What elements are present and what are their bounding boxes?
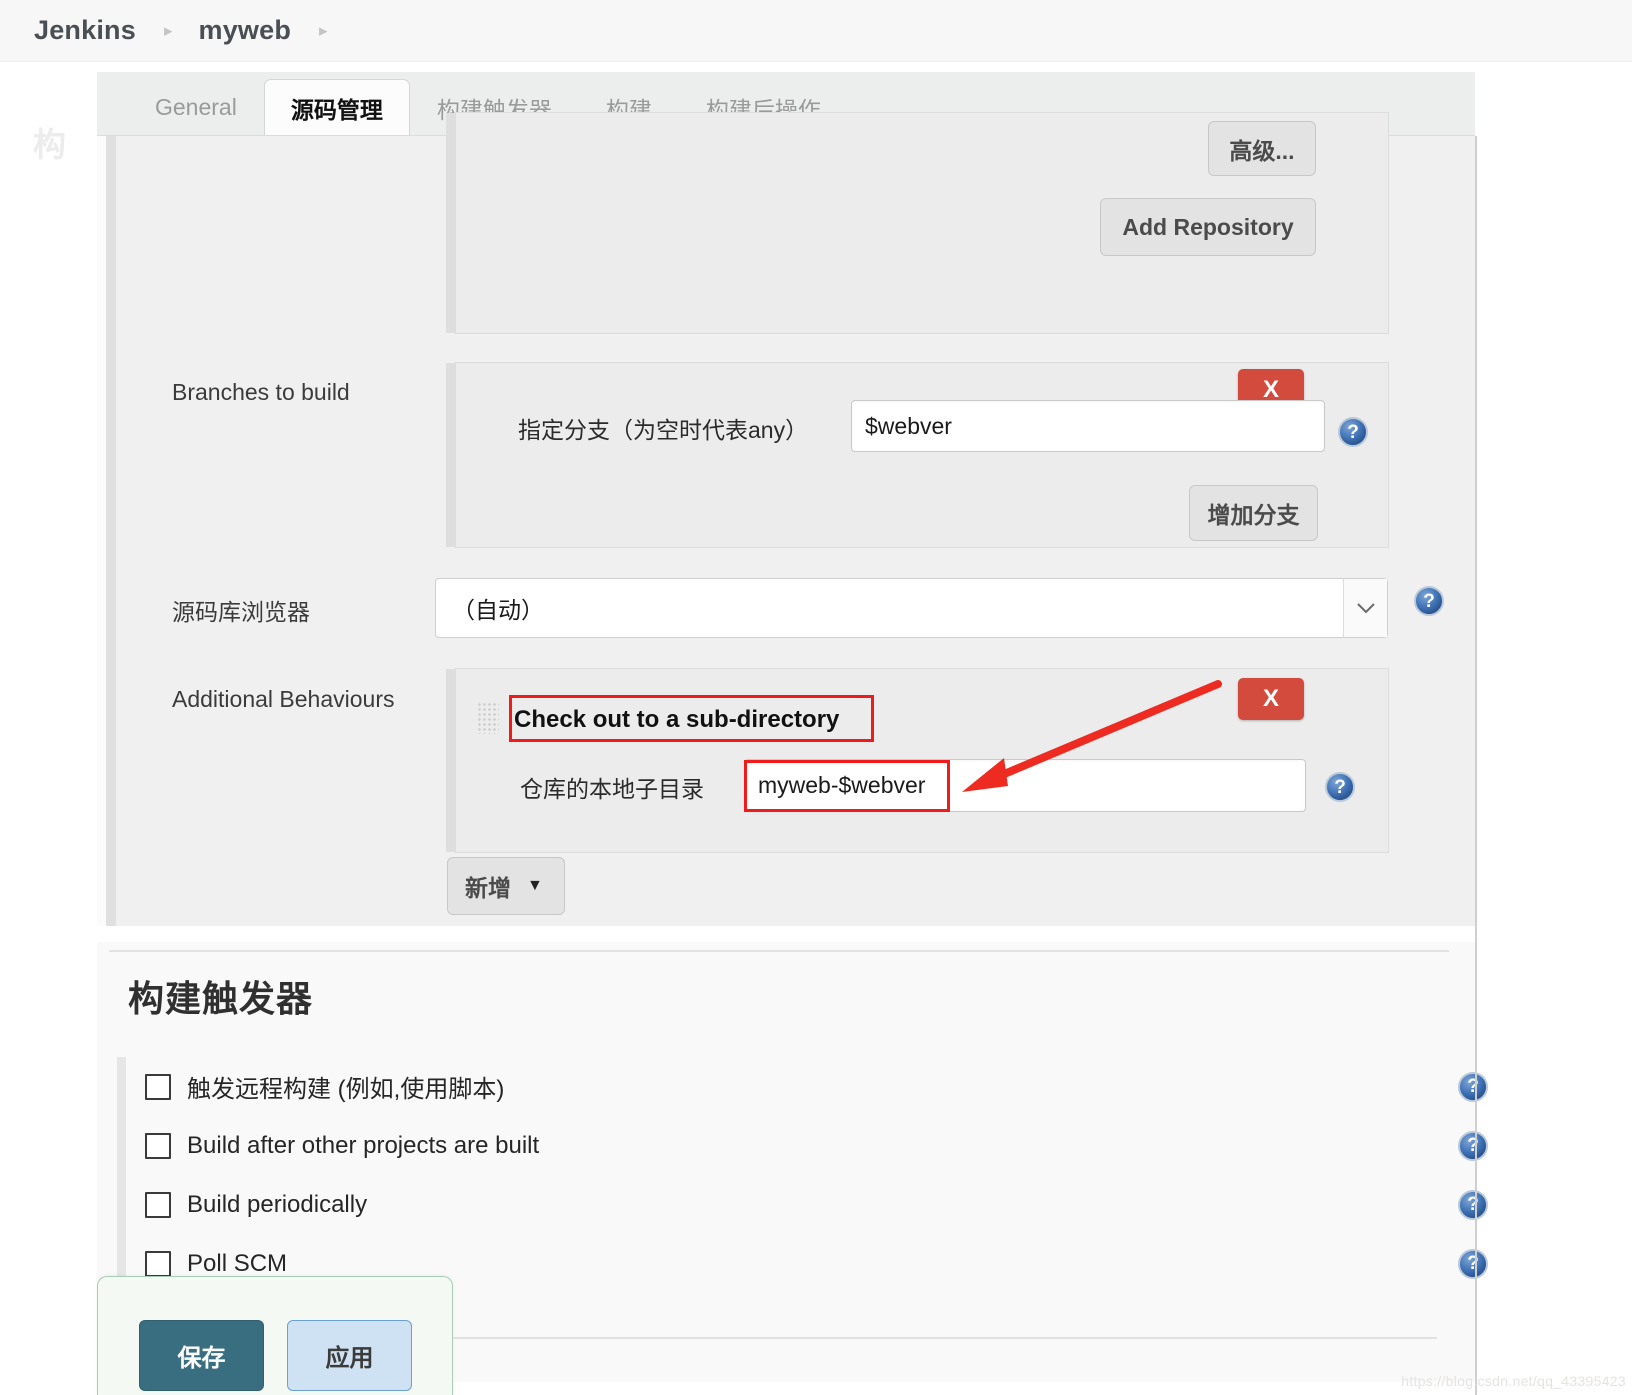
trigger-label-poll-scm: Poll SCM (187, 1249, 288, 1277)
tab-general[interactable]: General (128, 79, 264, 135)
save-button[interactable]: 保存 (139, 1320, 264, 1391)
watermark: https://blog.csdn.net/qq_43395423 (1401, 1373, 1626, 1389)
trigger-label-remote: 触发远程构建 (例如,使用脚本) (187, 1076, 505, 1103)
trigger-row-after-other-projects[interactable]: Build after other projects are built ? (145, 1116, 1488, 1175)
repository-browser-selected-value: （自动） (452, 597, 544, 623)
add-behaviour-label: 新增 (465, 875, 511, 901)
trigger-row-remote[interactable]: 触发远程构建 (例如,使用脚本) ? (145, 1057, 1488, 1116)
checkbox-trigger-remote[interactable] (145, 1073, 171, 1100)
build-triggers-heading: 构建触发器 (128, 978, 314, 1019)
breadcrumb-item-jenkins[interactable]: Jenkins (34, 15, 136, 46)
advanced-button[interactable]: 高级... (1208, 121, 1316, 176)
add-behaviour-button[interactable]: 新增 ▼ (447, 857, 565, 915)
trigger-label-periodically: Build periodically (187, 1190, 368, 1218)
remove-behaviour-button[interactable]: X (1238, 678, 1304, 720)
checkbox-trigger-poll-scm[interactable] (145, 1250, 171, 1277)
branches-panel: X 指定分支（为空时代表any） $webver 增加分支 (446, 362, 1389, 548)
additional-behaviours-panel: X Check out to a sub-directory 仓库的本地子目录 … (446, 668, 1389, 853)
trigger-row-periodically[interactable]: Build periodically ? (145, 1175, 1488, 1234)
breadcrumb-separator-icon: ▸ (163, 21, 173, 40)
help-icon[interactable]: ? (1458, 1071, 1488, 1102)
help-icon[interactable]: ? (1338, 417, 1368, 447)
subdirectory-label: 仓库的本地子目录 (520, 776, 704, 802)
page-right-gutter (1475, 136, 1477, 1395)
help-icon[interactable]: ? (1458, 1189, 1488, 1220)
tab-source-code-management[interactable]: 源码管理 (263, 79, 410, 135)
help-icon[interactable]: ? (1325, 772, 1355, 802)
help-icon[interactable]: ? (1458, 1130, 1488, 1161)
additional-behaviours-label: Additional Behaviours (172, 686, 395, 712)
caret-down-icon: ▼ (527, 877, 543, 894)
repository-browser-label: 源码库浏览器 (172, 599, 310, 625)
breadcrumb-item-myweb[interactable]: myweb (199, 15, 292, 46)
apply-button[interactable]: 应用 (287, 1320, 412, 1391)
add-repository-button[interactable]: Add Repository (1100, 198, 1316, 256)
help-icon[interactable]: ? (1414, 586, 1444, 616)
config-page: General 源码管理 构建触发器 构建 构建后操作 高级... Add Re… (0, 62, 1632, 1395)
branch-specifier-input[interactable]: $webver (851, 400, 1325, 452)
chevron-down-icon[interactable] (1343, 579, 1387, 637)
section-divider (109, 950, 1449, 952)
repository-panel: 高级... Add Repository (446, 112, 1389, 334)
scm-config-panel: 高级... Add Repository Branches to build X… (97, 112, 1475, 926)
trigger-label-after-other-projects: Build after other projects are built (187, 1131, 540, 1159)
checkbox-trigger-periodically[interactable] (145, 1191, 171, 1218)
annotation-arrow-icon (962, 680, 1222, 792)
branch-specifier-label: 指定分支（为空时代表any） (518, 417, 809, 443)
obscured-heading-text: 构 (33, 126, 66, 163)
help-icon[interactable]: ? (1458, 1248, 1488, 1279)
behaviour-title: Check out to a sub-directory (514, 706, 840, 733)
breadcrumb-separator-icon: ▸ (319, 21, 328, 40)
repository-browser-select[interactable]: （自动） (435, 578, 1388, 638)
breadcrumb: Jenkins ▸ myweb ▸ (0, 0, 1632, 62)
drag-handle-icon[interactable] (477, 702, 499, 734)
add-branch-button[interactable]: 增加分支 (1189, 485, 1318, 541)
checkbox-trigger-after-other-projects[interactable] (145, 1132, 171, 1159)
branches-to-build-label: Branches to build (172, 379, 350, 405)
build-triggers-list: 触发远程构建 (例如,使用脚本) ? Build after other pro… (117, 1057, 1488, 1293)
